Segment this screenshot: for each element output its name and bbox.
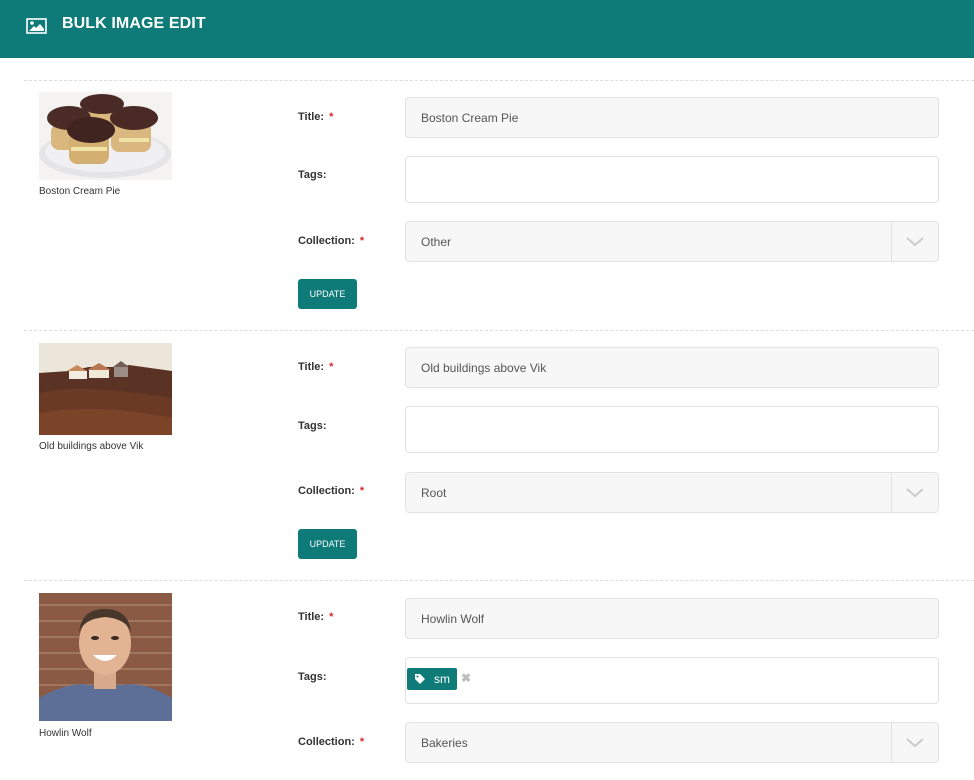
tag-chip: sm: [407, 668, 457, 690]
chevron-down-icon[interactable]: [891, 723, 938, 762]
collection-select[interactable]: Root: [405, 472, 939, 513]
update-button[interactable]: UPDATE: [298, 279, 357, 309]
required-marker: *: [329, 611, 334, 623]
image-caption: Howlin Wolf: [39, 728, 92, 739]
title-value: Howlin Wolf: [421, 611, 485, 626]
collection-value: Root: [421, 485, 447, 500]
collection-label: Collection: *: [298, 485, 365, 497]
collection-select[interactable]: Bakeries: [405, 722, 939, 763]
title-label: Title: *: [298, 361, 334, 373]
page-header: BULK IMAGE EDIT: [0, 0, 974, 58]
tags-input[interactable]: [405, 156, 939, 203]
required-marker: *: [359, 736, 365, 748]
image-caption: Old buildings above Vik: [39, 441, 144, 452]
tags-input[interactable]: sm ✖: [405, 657, 939, 704]
update-button[interactable]: UPDATE: [298, 529, 357, 559]
collection-value: Bakeries: [421, 735, 468, 750]
title-value: Boston Cream Pie: [421, 110, 519, 125]
title-input[interactable]: Old buildings above Vik: [405, 347, 939, 388]
collection-select[interactable]: Other: [405, 221, 939, 262]
required-marker: *: [329, 111, 334, 123]
tags-label: Tags:: [298, 671, 327, 683]
required-marker: *: [359, 485, 365, 497]
image-record: Boston Cream Pie Title: * Boston Cream Pi…: [24, 80, 974, 331]
title-label: Title: *: [298, 111, 334, 123]
image-thumbnail: [39, 343, 172, 435]
image-icon: [26, 18, 47, 34]
required-marker: *: [359, 235, 365, 247]
image-caption: Boston Cream Pie: [39, 186, 121, 197]
collection-value: Other: [421, 234, 452, 249]
required-marker: *: [329, 361, 334, 373]
chevron-down-icon[interactable]: [891, 473, 938, 512]
page-title: BULK IMAGE EDIT: [62, 15, 206, 32]
title-input[interactable]: Boston Cream Pie: [405, 97, 939, 138]
tags-label: Tags:: [298, 420, 327, 432]
tags-label: Tags:: [298, 169, 327, 181]
image-thumbnail: [39, 593, 172, 721]
image-record: Old buildings above Vik Title: * Old buil…: [24, 330, 974, 581]
title-input[interactable]: Howlin Wolf: [405, 598, 939, 639]
collection-label: Collection: *: [298, 736, 365, 748]
remove-tag-icon[interactable]: ✖: [461, 671, 471, 685]
tag-icon: [415, 674, 425, 684]
chevron-down-icon[interactable]: [891, 222, 938, 261]
tags-input[interactable]: [405, 406, 939, 453]
collection-label: Collection: *: [298, 235, 365, 247]
image-thumbnail: [39, 92, 172, 180]
title-value: Old buildings above Vik: [421, 360, 547, 375]
image-record: Howlin Wolf Title: * Howlin Wolf Tags: sm…: [24, 580, 974, 780]
title-label: Title: *: [298, 611, 334, 623]
tag-label: sm: [434, 672, 450, 686]
